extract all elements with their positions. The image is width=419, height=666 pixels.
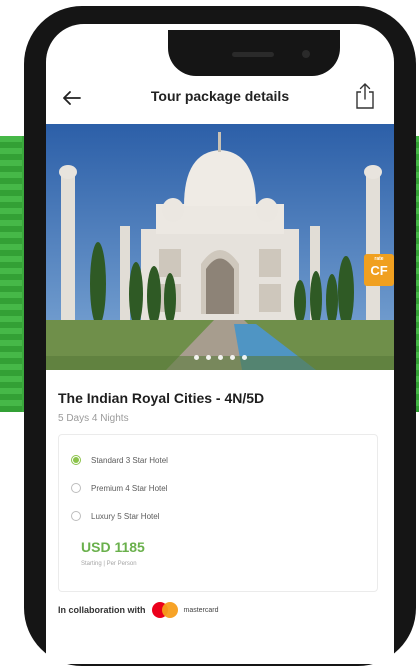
carousel-dot[interactable]: [241, 355, 247, 360]
hotel-option-luxury[interactable]: Luxury 5 Star Hotel: [71, 511, 159, 521]
hero-image[interactable]: [46, 124, 394, 370]
arrow-left-icon: [63, 91, 81, 105]
carousel-dot[interactable]: [193, 355, 199, 360]
radio-selected[interactable]: [71, 455, 81, 465]
radio-unselected[interactable]: [71, 511, 81, 521]
collaboration-row: In collaboration with mastercard: [58, 602, 219, 618]
radio-unselected[interactable]: [71, 483, 81, 493]
hotel-option-standard[interactable]: Standard 3 Star Hotel: [71, 455, 168, 465]
hotel-option-label: Premium 4 Star Hotel: [91, 483, 168, 493]
package-price: USD 1185: [81, 539, 145, 555]
carousel-dots[interactable]: [46, 355, 394, 360]
phone-notch: [168, 30, 340, 76]
app-header: Tour package details: [46, 76, 394, 120]
hotel-option-premium[interactable]: Premium 4 Star Hotel: [71, 483, 167, 493]
front-camera: [302, 50, 310, 58]
hotel-option-label: Luxury 5 Star Hotel: [91, 511, 160, 521]
mastercard-wordmark: mastercard: [183, 606, 219, 614]
share-icon: [356, 83, 374, 109]
hotel-options-card: Standard 3 Star Hotel Premium 4 Star Hot…: [58, 434, 378, 592]
carousel-dot[interactable]: [205, 355, 211, 360]
hotel-option-label: Standard 3 Star Hotel: [91, 455, 168, 465]
collaboration-text: In collaboration with: [58, 605, 146, 615]
badge-big-text: CF: [370, 263, 388, 278]
background-stripe-left: [0, 136, 22, 412]
share-button[interactable]: [354, 82, 380, 112]
back-button[interactable]: [58, 84, 86, 112]
phone-screen: Tour package details rate CF The Indian …: [46, 24, 394, 664]
page-title: Tour package details: [150, 88, 290, 104]
carousel-dot[interactable]: [229, 355, 235, 360]
taj-mahal-image: [46, 124, 394, 370]
package-title: The Indian Royal Cities - 4N/5D: [58, 390, 265, 406]
carousel-dot[interactable]: [217, 355, 223, 360]
badge-small-text: rate: [374, 256, 384, 262]
rating-badge: rate CF: [364, 254, 394, 286]
package-duration: 5 Days 4 Nights: [58, 413, 129, 424]
price-note: Starting | Per Person: [81, 561, 137, 567]
mastercard-logo-icon: [151, 602, 178, 618]
speaker-grille: [232, 52, 274, 57]
